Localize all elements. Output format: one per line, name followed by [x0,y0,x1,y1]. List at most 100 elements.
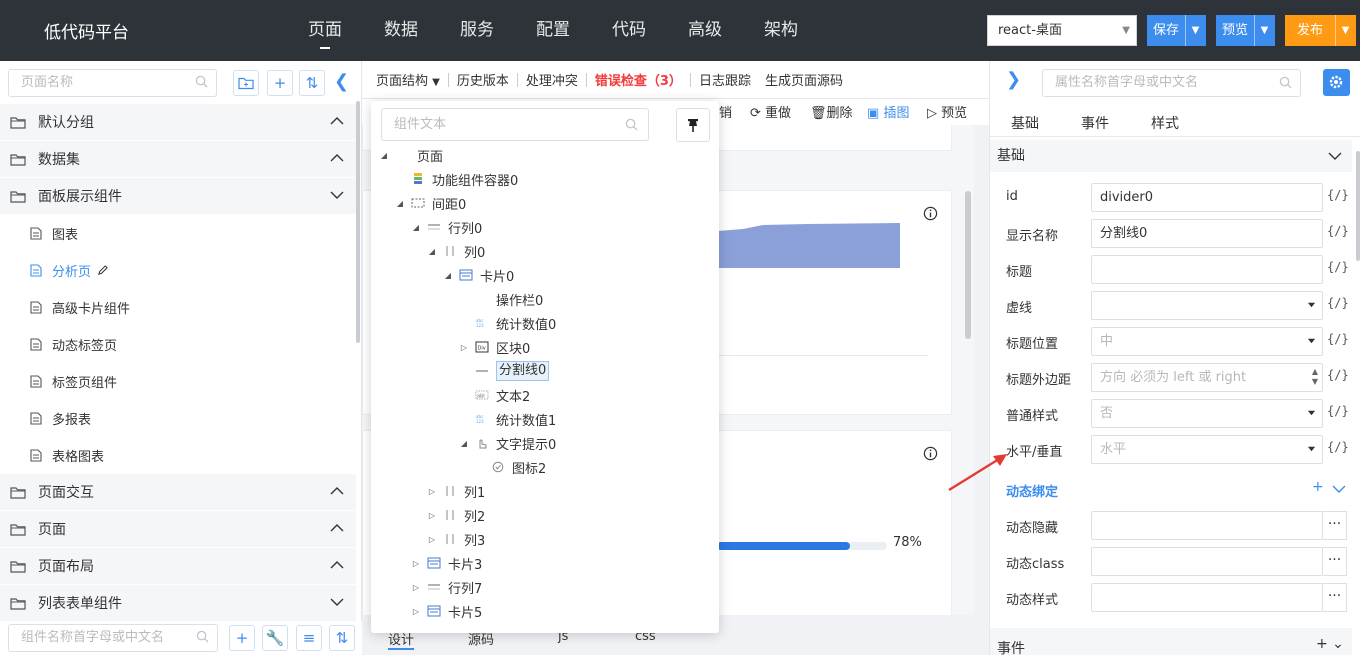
nav-data[interactable]: 数据 [384,0,460,61]
preview-button[interactable]: 预览 ▼ [1216,15,1275,46]
collapsed-caret-icon[interactable]: ▷ [411,607,421,616]
chevron-up-icon[interactable] [330,523,344,533]
chevron-down-icon[interactable] [330,190,344,200]
chevron-up-icon[interactable] [330,116,344,126]
wrench-button[interactable]: 🔧 [262,625,288,651]
delete-button[interactable]: 🗑删除 [810,102,853,121]
tree-node[interactable]: 统计数值1 [371,407,719,431]
prop-name-input[interactable]: 分割线0 [1091,219,1323,248]
group-page[interactable]: 页面 [0,511,356,548]
info-icon[interactable] [923,206,938,221]
tree-node[interactable]: ▷ 列3 [371,527,719,551]
pin-button[interactable] [676,108,710,142]
save-dropdown-icon[interactable]: ▼ [1185,15,1205,46]
sort-button[interactable]: ⇅ [299,70,325,96]
expanded-caret-icon[interactable]: ◢ [379,151,389,160]
redo-button[interactable]: ⟳ 重做 [750,102,791,121]
collapsed-caret-icon[interactable]: ▷ [427,511,437,520]
sidebar-item-advanced-card[interactable]: 高级卡片组件 [0,289,356,326]
tree-node[interactable]: ▷ 列2 [371,503,719,527]
publish-button[interactable]: 发布 ▼ [1285,15,1356,46]
tree-node-selected[interactable]: 分割线0 [371,359,719,383]
add-binding-icon[interactable]: + [1312,479,1324,495]
sidebar-item-dynamic-tabs[interactable]: 动态标签页 [0,326,356,363]
collapsed-caret-icon[interactable]: ▷ [459,343,469,352]
tree-node[interactable]: ◢ 行列0 [371,215,719,239]
platform-select[interactable]: react-桌面 ▼ [987,15,1137,46]
bind-expression-icon[interactable]: {/} [1327,440,1349,454]
dynamic-style-input[interactable] [1091,583,1323,612]
add-folder-button[interactable] [233,70,259,96]
page-structure-button[interactable]: 页面结构 ▼ [376,70,440,89]
chevron-down-icon[interactable] [1332,484,1346,494]
tree-node[interactable]: ◢ 卡片0 [371,263,719,287]
tree-node[interactable]: 功能组件容器0 [371,167,719,191]
more-button[interactable]: ··· [1323,583,1347,612]
dynamic-hide-input[interactable] [1091,511,1323,540]
tree-node[interactable]: ▷ 卡片3 [371,551,719,575]
preview-canvas-button[interactable]: ▷ 预览 [927,102,967,121]
tab-events[interactable]: 事件 [1081,113,1109,133]
dynamic-class-input[interactable] [1091,547,1323,576]
collapsed-caret-icon[interactable]: ▷ [427,535,437,544]
preview-dropdown-icon[interactable]: ▼ [1254,15,1274,46]
property-search-input[interactable]: 属性名称首字母或中文名 [1042,69,1301,97]
events-controls-icon[interactable]: + ⌄ [1316,636,1344,652]
group-list-form[interactable]: 列表表单组件 [0,585,356,622]
log-trace-button[interactable]: 日志跟踪 [699,70,751,89]
nav-advanced[interactable]: 高级 [688,0,764,61]
bind-expression-icon[interactable]: {/} [1327,296,1349,310]
bind-expression-icon[interactable]: {/} [1327,368,1349,382]
group-panel-display[interactable]: 面板展示组件 [0,178,356,215]
component-search-input[interactable]: 组件名称首字母或中文名 [8,624,218,652]
generate-source-button[interactable]: 生成页面源码 [765,70,843,89]
canvas-scrollbar[interactable] [965,191,971,339]
tree-node[interactable]: ▷ 列1 [371,479,719,503]
insert-image-button[interactable]: ▣ 插图 [867,102,909,121]
collapsed-caret-icon[interactable]: ▷ [427,487,437,496]
bind-expression-icon[interactable]: {/} [1327,260,1349,274]
chevron-up-icon[interactable] [330,486,344,496]
info-icon[interactable] [923,446,938,461]
dynamic-binding-title[interactable]: 动态绑定 [1006,481,1058,500]
tab-basic[interactable]: 基础 [1011,113,1039,133]
chevron-up-icon[interactable] [330,560,344,570]
conflict-button[interactable]: 处理冲突 [526,70,578,89]
chevron-down-icon[interactable] [1328,151,1342,161]
group-page-interaction[interactable]: 页面交互 [0,474,356,511]
tree-node[interactable]: ▷ 区块0 [371,335,719,359]
chevron-up-icon[interactable] [330,153,344,163]
error-check-button[interactable]: 错误检查（3） [595,70,682,89]
expanded-caret-icon[interactable]: ◢ [427,247,437,256]
tree-node[interactable]: ◢ 列0 [371,239,719,263]
expanded-caret-icon[interactable]: ◢ [411,223,421,232]
collapsed-caret-icon[interactable]: ▷ [411,583,421,592]
nav-page[interactable]: 页面 [308,0,384,61]
undo-button[interactable]: 销 [719,102,732,121]
prop-title-input[interactable] [1091,255,1323,284]
group-default[interactable]: 默认分组 [0,104,356,141]
add-component-button[interactable]: + [229,625,255,651]
publish-dropdown-icon[interactable]: ▼ [1335,15,1355,46]
tree-node[interactable]: 统计数值0 [371,311,719,335]
tree-node[interactable]: ▷ 卡片5 [371,599,719,623]
tree-node[interactable]: ◢ 间距0 [371,191,719,215]
edit-icon[interactable] [97,265,108,276]
more-button[interactable]: ··· [1323,547,1347,576]
nav-config[interactable]: 配置 [536,0,612,61]
tree-node[interactable]: 图标2 [371,455,719,479]
page-search-input[interactable]: 页面名称 [8,69,217,97]
sidebar-item-multi-report[interactable]: 多报表 [0,400,356,437]
list-order-button[interactable]: ≡ [296,625,322,651]
prop-title-margin-input[interactable]: 方向 必须为 left 或 right ▲ ▼ [1091,363,1323,392]
component-text-search-input[interactable]: 组件文本 [381,108,649,141]
bind-expression-icon[interactable]: {/} [1327,188,1349,202]
add-page-button[interactable]: + [267,70,293,96]
tree-node[interactable]: ◢ 页面 [371,143,719,167]
prop-plain-style-select[interactable]: 否 [1091,399,1323,428]
sidebar-item-chart[interactable]: 图表 [0,215,356,252]
bind-expression-icon[interactable]: {/} [1327,332,1349,346]
collapse-sidebar-icon[interactable]: ❮ [334,71,349,93]
nav-service[interactable]: 服务 [460,0,536,61]
prop-dashed-select[interactable] [1091,291,1323,320]
